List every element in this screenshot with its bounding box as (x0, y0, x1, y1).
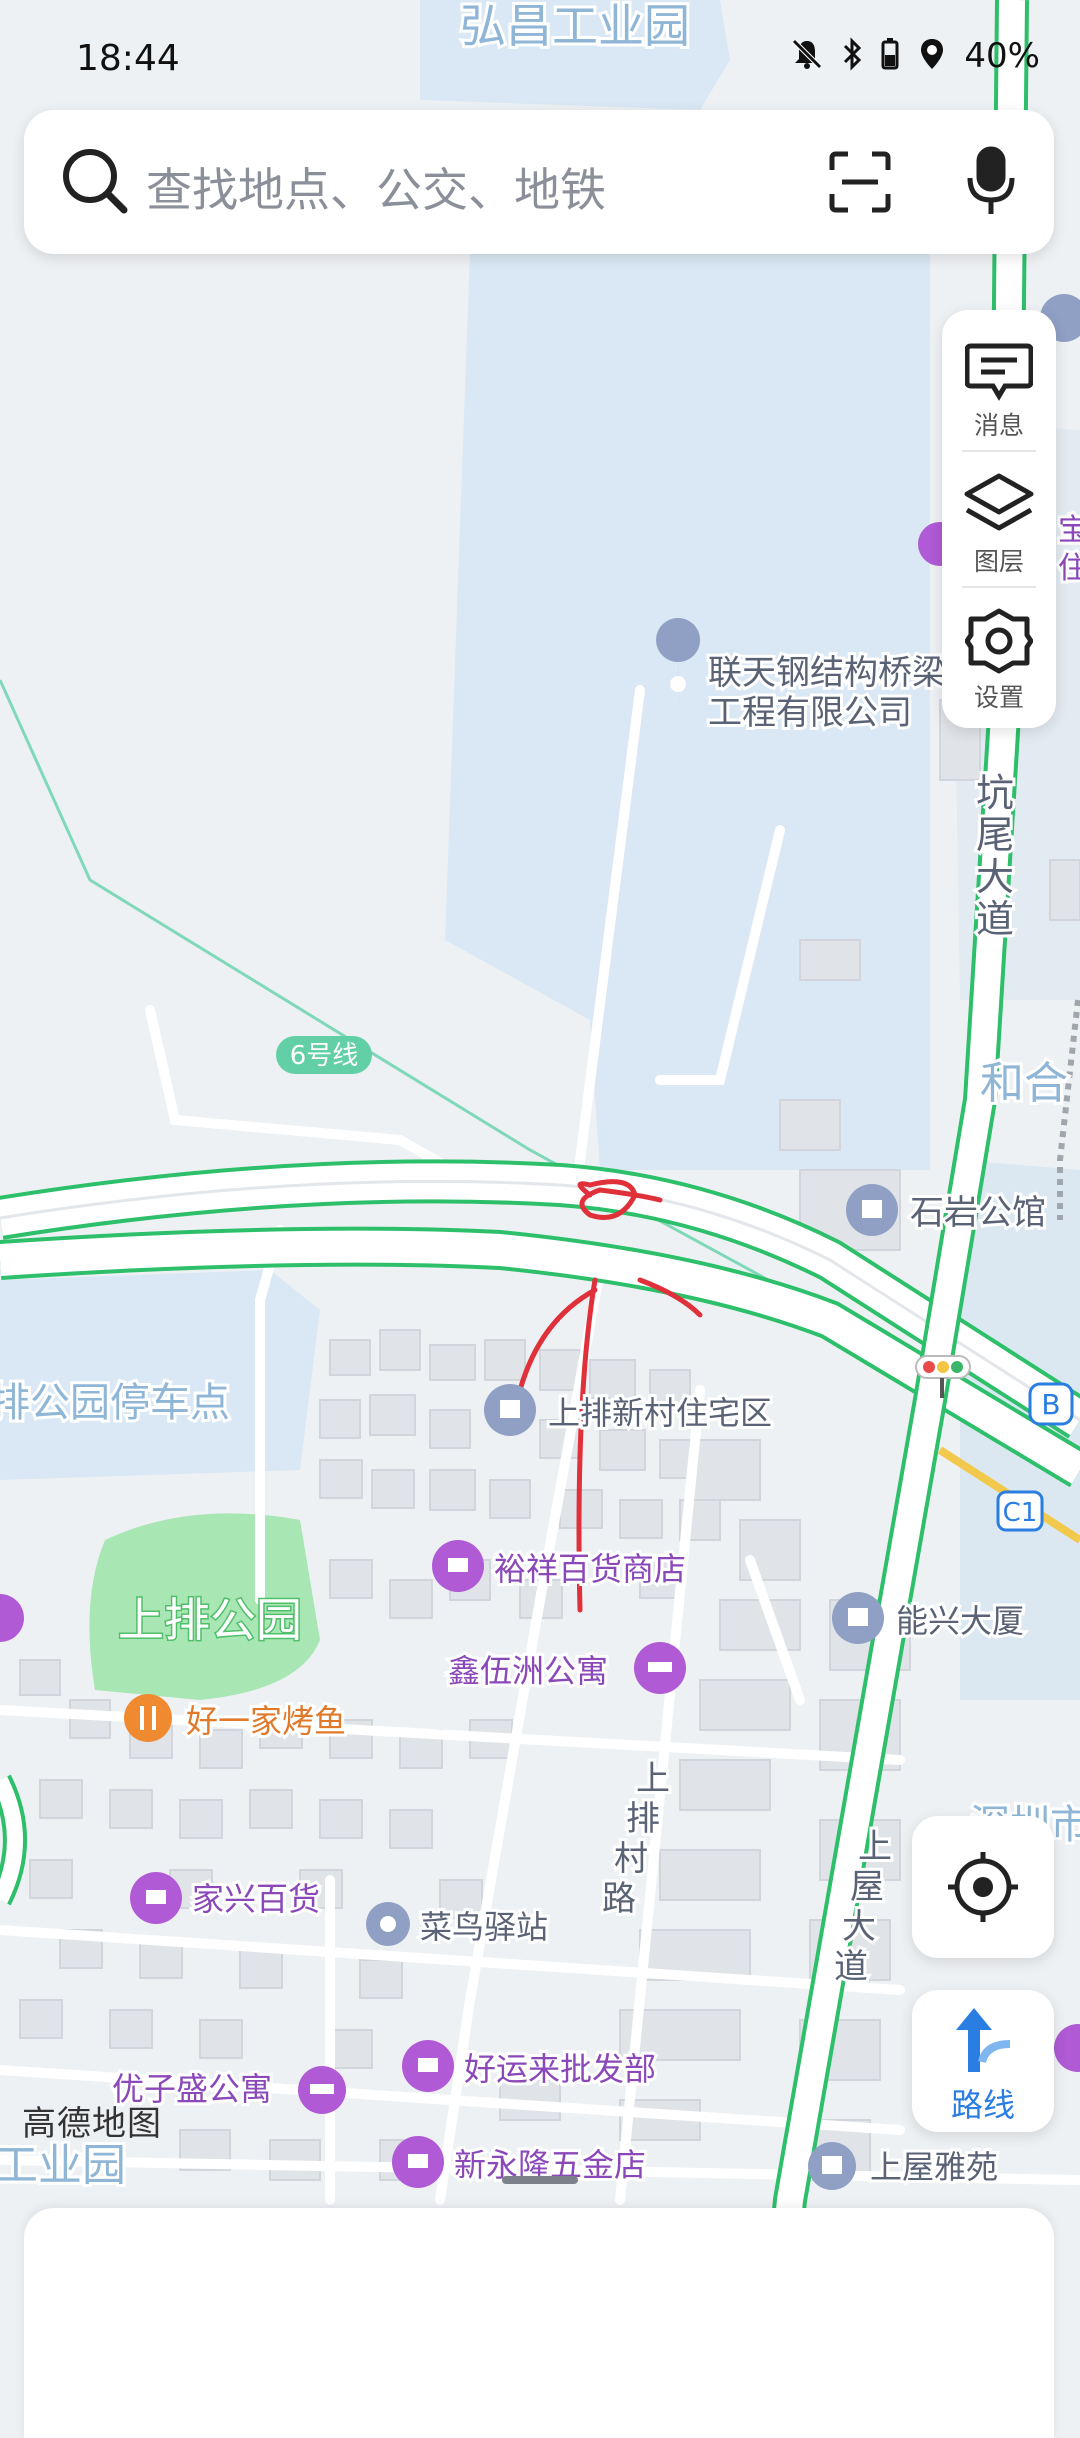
locate-button[interactable] (912, 1816, 1054, 1958)
message-icon (965, 343, 1033, 401)
poi-yuxiang-marker (432, 1540, 484, 1592)
badge-c1: C1 (996, 1490, 1044, 1532)
label-kengwei-3: 大 (976, 855, 1014, 899)
search-bar[interactable]: 查找地点、公交、地铁 (24, 110, 1054, 254)
label-shangpai-park: 上排公园 (118, 1593, 302, 1647)
label-shangwu-1: 上 (858, 1827, 892, 1867)
poi-youzisheng-marker (298, 2066, 346, 2114)
label-shangpai-village: 上排新村住宅区 (548, 1394, 772, 1432)
label-shangwu-2: 屋 (850, 1867, 884, 1907)
messages-label: 消息 (973, 411, 1024, 440)
battery-icon (880, 37, 900, 75)
label-haoyijia: 好一家烤鱼 (186, 1702, 346, 1740)
bottom-sheet[interactable] (24, 2208, 1054, 2438)
label-kengwei-2: 尾 (976, 813, 1014, 857)
status-time: 18:44 (76, 38, 180, 79)
svg-text:B: B (1041, 1388, 1060, 1421)
label-shangwu-3: 大 (842, 1907, 876, 1947)
crosshair-icon (948, 1852, 1018, 1922)
label-hehe: 和合 (980, 1058, 1068, 1109)
label-cainiao: 菜鸟驿站 (420, 1908, 548, 1946)
search-icon[interactable] (60, 146, 130, 220)
settings-label: 设置 (973, 683, 1024, 712)
location-icon (918, 37, 946, 75)
amap-logo: 高德地图 (22, 2104, 162, 2144)
tool-divider (962, 586, 1036, 588)
sheet-drag-handle[interactable] (502, 2176, 578, 2184)
label-gongyeyuan: 工业园 (0, 2140, 126, 2191)
layers-label: 图层 (973, 547, 1024, 576)
tool-divider (962, 450, 1036, 452)
poi-xinyonglong-marker (392, 2136, 444, 2188)
layers-icon (964, 473, 1034, 531)
map-tools-panel: 消息 图层 设置 (942, 310, 1056, 728)
svg-text:6号线: 6号线 (290, 1041, 359, 1071)
layers-button[interactable]: 图层 (942, 458, 1056, 588)
poi-xinwuzhou-marker (634, 1642, 686, 1694)
label-kengwei-1: 坑 (976, 771, 1014, 815)
poi-cainiao-marker (366, 1902, 410, 1946)
scan-icon[interactable] (828, 150, 892, 218)
line-6-badge: 6号线 (276, 1036, 372, 1074)
label-parking: 排公园停车点 (0, 1380, 230, 1426)
label-nengxing: 能兴大厦 (896, 1602, 1024, 1640)
svg-text:C1: C1 (1003, 1498, 1038, 1528)
poi-shangwu-yayuan-marker (808, 2142, 856, 2190)
status-icons: 40% (790, 36, 1040, 76)
label-yuxiang: 裕祥百货商店 (494, 1550, 686, 1588)
label-liantian-2: 工程有限公司 (708, 693, 912, 733)
poi-jiaxing-marker (130, 1872, 182, 1924)
status-bar: 18:44 40% (0, 0, 1080, 120)
label-xinwuzhou: 鑫伍洲公寓 (448, 1652, 608, 1690)
badge-b: B (1028, 1382, 1074, 1426)
label-haoyunlai: 好运来批发部 (464, 2050, 656, 2088)
label-jiaxing: 家兴百货 (192, 1880, 320, 1918)
label-bao: 宝 (1058, 513, 1080, 548)
label-shiyan: 石岩公馆 (910, 1193, 1046, 1233)
label-liantian-1: 联天钢结构桥梁 (708, 653, 946, 693)
search-input[interactable]: 查找地点、公交、地铁 (146, 154, 606, 220)
poi-haoyijia-marker (124, 1694, 172, 1742)
bluetooth-icon (842, 37, 862, 75)
poi-haoyunlai-marker (402, 2040, 454, 2092)
label-shangpai-road-3: 村 (614, 1839, 648, 1879)
gear-icon (965, 608, 1033, 674)
label-shangpai-road-2: 排 (626, 1799, 660, 1839)
label-shangwu-4: 道 (834, 1947, 868, 1987)
route-button[interactable]: 路线 (912, 1990, 1054, 2132)
label-shangpai-road-1: 上 (636, 1759, 670, 1799)
label-shangpai-road-4: 路 (602, 1879, 636, 1919)
label-kengwei-4: 道 (976, 897, 1014, 941)
battery-percent: 40% (964, 36, 1040, 76)
messages-button[interactable]: 消息 (942, 328, 1056, 458)
settings-button[interactable]: 设置 (942, 594, 1056, 724)
poi-shangpai-village-marker (484, 1384, 536, 1436)
route-label: 路线 (950, 2086, 1015, 2124)
route-arrow-icon (956, 2008, 1011, 2072)
poi-shiyan-marker (846, 1184, 898, 1236)
mic-icon[interactable] (964, 146, 1018, 222)
poi-nengxing-marker (832, 1592, 884, 1644)
label-zhu: 住 (1058, 551, 1080, 586)
label-shangwu-yayuan: 上屋雅苑 (870, 2148, 998, 2186)
bell-off-icon (790, 37, 824, 75)
